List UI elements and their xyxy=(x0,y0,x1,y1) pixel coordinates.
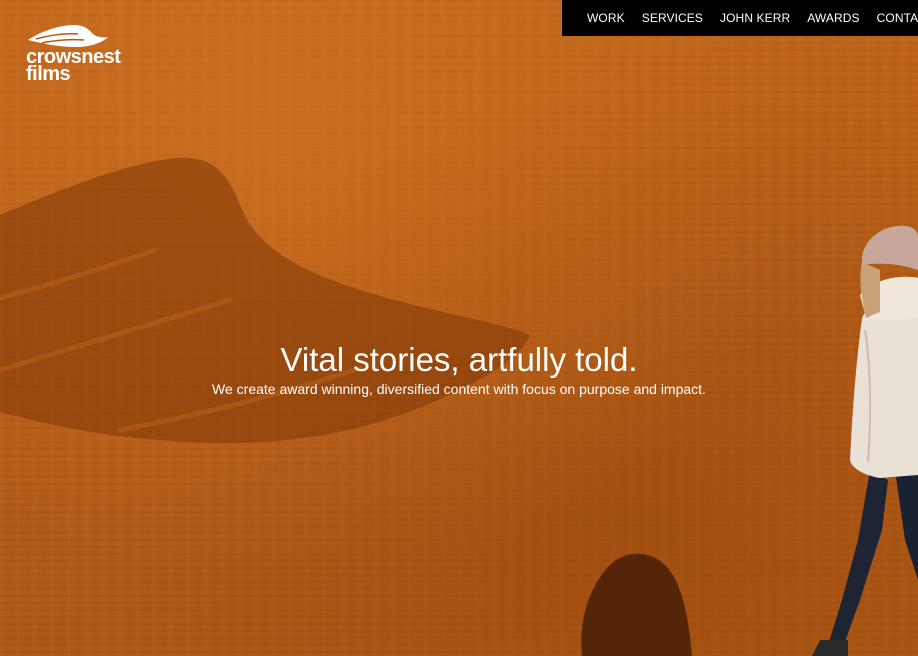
top-nav: WORK SERVICES JOHN KERR AWARDS CONTACT xyxy=(562,0,918,36)
nav-item-john-kerr[interactable]: JOHN KERR xyxy=(720,11,790,25)
hero-photo xyxy=(0,157,918,656)
shadow-silhouette xyxy=(581,553,692,656)
logo-wordmark: crowsnest films xyxy=(26,47,121,85)
walking-person-figure xyxy=(812,225,918,656)
nav-item-services[interactable]: SERVICES xyxy=(642,11,703,25)
hero-background xyxy=(0,0,918,656)
nav-item-awards[interactable]: AWARDS xyxy=(807,11,859,25)
hero-subline: We create award winning, diversified con… xyxy=(212,381,706,397)
logo-line-2: films xyxy=(26,63,71,85)
brand-logo[interactable]: crowsnest films xyxy=(26,22,146,88)
nav-item-work[interactable]: WORK xyxy=(587,11,625,25)
wing-watermark-icon xyxy=(0,157,530,443)
nav-item-contact[interactable]: CONTACT xyxy=(877,11,918,25)
hero-headline: Vital stories, artfully told. xyxy=(280,341,638,378)
